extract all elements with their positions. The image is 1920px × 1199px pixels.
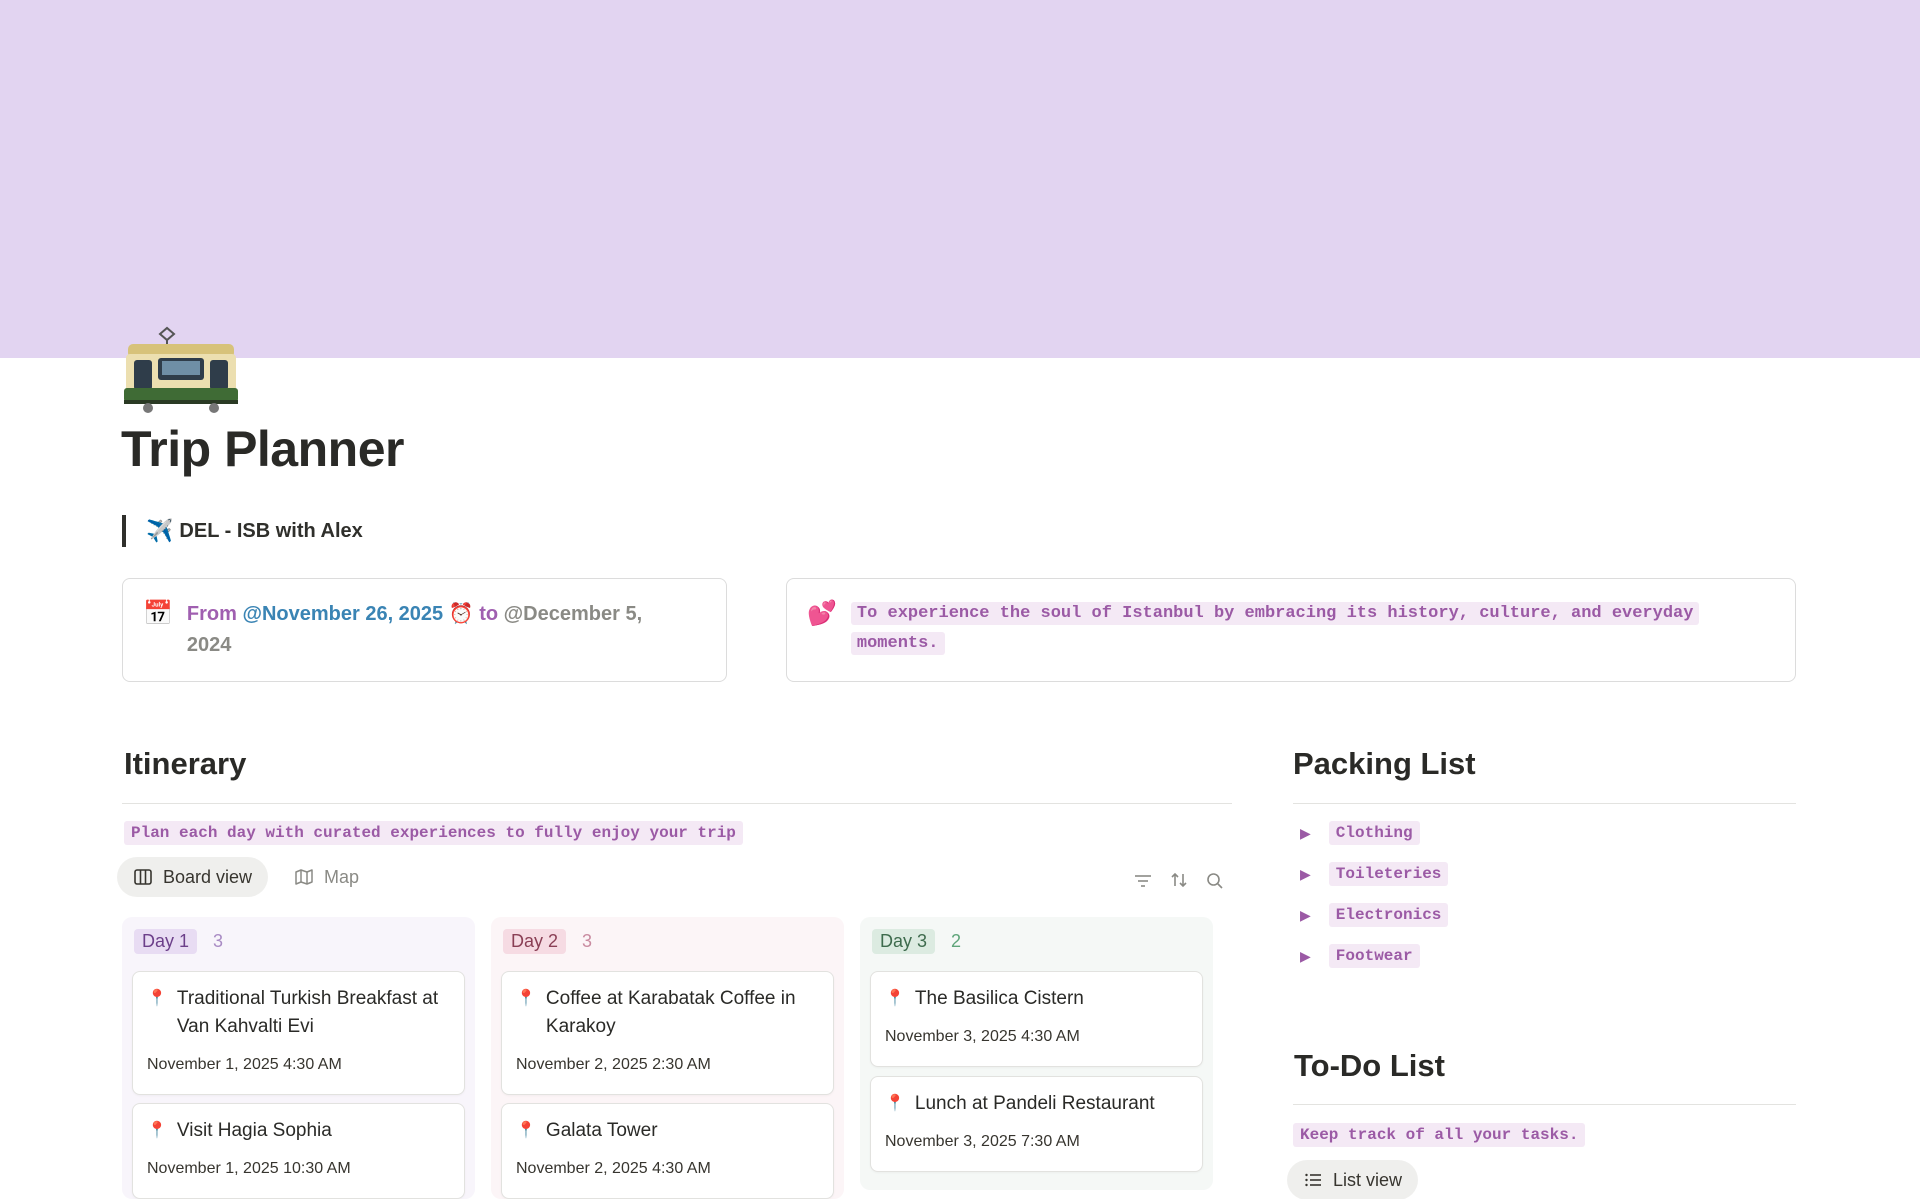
itinerary-card[interactable]: 📍 Coffee at Karabatak Coffee in Karakoy N… xyxy=(501,971,834,1095)
triangle-right-icon[interactable]: ▶ xyxy=(1300,866,1311,883)
board-column-day-1: Day 1 3 📍 Traditional Turkish Breakfast a… xyxy=(122,917,475,1199)
filter-icon[interactable] xyxy=(1133,871,1153,891)
itinerary-card[interactable]: 📍 Traditional Turkish Breakfast at Van Ka… xyxy=(132,971,465,1095)
packing-list-heading: Packing List xyxy=(1293,746,1476,781)
tab-label: Map xyxy=(324,866,360,887)
todo-description: Keep track of all your tasks. xyxy=(1293,1123,1586,1147)
itinerary-card[interactable]: 📍 Lunch at Pandeli Restaurant November 3,… xyxy=(870,1076,1203,1172)
column-count: 2 xyxy=(951,931,962,951)
toggle-label: Footwear xyxy=(1328,944,1420,968)
board-column-day-3: Day 3 2 📍 The Basilica Cistern November 3… xyxy=(860,917,1213,1190)
itinerary-divider xyxy=(122,803,1232,804)
card-date: November 2, 2025 2:30 AM xyxy=(516,1056,711,1073)
card-date: November 1, 2025 10:30 AM xyxy=(147,1160,351,1177)
column-count: 3 xyxy=(213,931,224,951)
tab-map[interactable]: Map xyxy=(278,857,375,897)
card-title: Lunch at Pandeli Restaurant xyxy=(914,1093,1155,1114)
calendar-icon: 📅 xyxy=(143,600,173,627)
pin-icon: 📍 xyxy=(147,1122,167,1139)
card-title: Coffee at Karabatak Coffee in Karakoy xyxy=(545,988,796,1037)
itinerary-card[interactable]: 📍 Galata Tower November 2, 2025 4:30 AM xyxy=(501,1103,834,1199)
map-icon xyxy=(295,869,313,885)
alarm-icon: ⏰ xyxy=(448,603,474,625)
airplane-icon: ✈️ xyxy=(146,518,174,543)
todo-list-heading: To-Do List xyxy=(1294,1048,1445,1083)
card-title: The Basilica Cistern xyxy=(914,988,1084,1009)
itinerary-heading: Itinerary xyxy=(124,746,247,781)
itinerary-card[interactable]: 📍 The Basilica Cistern November 3, 2025 4… xyxy=(870,971,1203,1067)
goal-callout[interactable]: 💕 To experience the soul of Istanbul by … xyxy=(786,578,1796,682)
column-header: Day 3 2 xyxy=(872,929,961,954)
todo-divider xyxy=(1293,1104,1796,1105)
date-range-text: From @November 26, 2025 ⏰ to @December 5… xyxy=(187,599,642,681)
triangle-right-icon[interactable]: ▶ xyxy=(1300,907,1311,924)
from-date-mention[interactable]: @November 26, 2025 xyxy=(242,603,443,625)
toggle-electronics[interactable]: ▶ Electronics xyxy=(1300,903,1449,927)
pin-icon: 📍 xyxy=(885,1095,905,1112)
card-date: November 2, 2025 4:30 AM xyxy=(516,1160,711,1177)
itinerary-description: Plan each day with curated experiences t… xyxy=(124,821,743,845)
hearts-icon: 💕 xyxy=(807,600,837,627)
column-tag[interactable]: Day 1 xyxy=(134,929,198,954)
to-date-year: 2024 xyxy=(186,634,232,656)
search-icon[interactable] xyxy=(1205,871,1225,891)
board-column-day-2: Day 2 3 📍 Coffee at Karabatak Coffee in K… xyxy=(491,917,844,1199)
list-icon xyxy=(1305,1173,1321,1187)
card-title: Visit Hagia Sophia xyxy=(176,1120,332,1141)
itinerary-card[interactable]: 📍 Visit Hagia Sophia November 1, 2025 10:… xyxy=(132,1103,465,1199)
toggle-label: Electronics xyxy=(1328,903,1449,927)
card-title: Traditional Turkish Breakfast at Van Kah… xyxy=(176,988,439,1037)
card-date: November 3, 2025 7:30 AM xyxy=(885,1133,1080,1150)
toggle-clothing[interactable]: ▶ Clothing xyxy=(1300,821,1420,845)
pin-icon: 📍 xyxy=(516,1122,536,1139)
sort-icon[interactable] xyxy=(1169,870,1189,890)
dates-callout[interactable]: 📅 From @November 26, 2025 ⏰ to @December… xyxy=(122,578,727,682)
goal-text: To experience the soul of Istanbul by em… xyxy=(850,599,1775,681)
triangle-right-icon[interactable]: ▶ xyxy=(1300,948,1311,965)
cover-image[interactable] xyxy=(0,0,1920,358)
column-count: 3 xyxy=(582,931,593,951)
trip-quote[interactable]: ✈️ DEL - ISB with Alex xyxy=(122,515,363,547)
triangle-right-icon[interactable]: ▶ xyxy=(1300,825,1311,842)
tab-list-view[interactable]: List view xyxy=(1287,1160,1419,1199)
column-header: Day 1 3 xyxy=(134,929,223,954)
to-label: to xyxy=(479,603,499,625)
toggle-toiletries[interactable]: ▶ Toileteries xyxy=(1300,862,1449,886)
column-tag[interactable]: Day 3 xyxy=(872,929,936,954)
toggle-label: Toileteries xyxy=(1328,862,1449,886)
page-title[interactable]: Trip Planner xyxy=(121,420,404,478)
toggle-label: Clothing xyxy=(1328,821,1420,845)
tram-icon[interactable] xyxy=(122,322,240,414)
from-label: From xyxy=(186,603,237,625)
board-icon xyxy=(134,869,152,885)
packing-divider xyxy=(1293,803,1796,804)
card-date: November 1, 2025 4:30 AM xyxy=(147,1056,342,1073)
tab-label: List view xyxy=(1333,1169,1403,1190)
tab-board-view[interactable]: Board view xyxy=(117,857,269,897)
pin-icon: 📍 xyxy=(147,990,167,1007)
column-header: Day 2 3 xyxy=(503,929,592,954)
column-tag[interactable]: Day 2 xyxy=(503,929,567,954)
pin-icon: 📍 xyxy=(516,990,536,1007)
quote-text: DEL - ISB with Alex xyxy=(179,519,363,542)
to-date-mention[interactable]: @December 5, xyxy=(504,603,642,625)
card-title: Galata Tower xyxy=(545,1120,658,1141)
toggle-footwear[interactable]: ▶ Footwear xyxy=(1300,944,1420,968)
tab-label: Board view xyxy=(163,866,253,887)
card-date: November 3, 2025 4:30 AM xyxy=(885,1028,1080,1045)
pin-icon: 📍 xyxy=(885,990,905,1007)
